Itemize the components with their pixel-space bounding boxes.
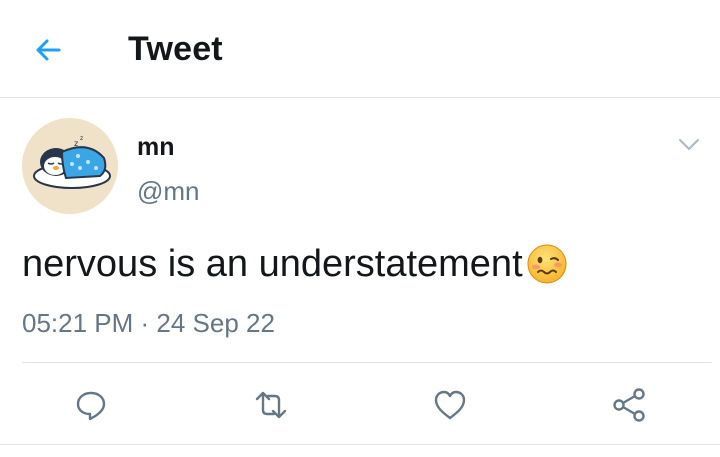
share-icon [613,388,645,422]
avatar[interactable]: z z [22,118,118,214]
tweet-detail-screen: Tweet z z mn @mn nervous is an understat… [0,0,720,457]
retweet-icon [255,391,287,419]
back-button[interactable] [26,28,70,72]
author-display-name[interactable]: mn [137,133,175,162]
chevron-down-icon [679,139,699,150]
more-options-button[interactable] [672,130,706,160]
woozy-face-emoji-icon [525,242,569,286]
share-button[interactable] [607,383,651,427]
reply-icon [76,391,106,421]
tweet-text-row: nervous is an understatement [22,242,569,286]
like-button[interactable] [428,383,472,427]
retweet-button[interactable] [249,383,293,427]
reply-button[interactable] [69,383,113,427]
sleeping-penguin-avatar-icon: z z [33,135,111,189]
svg-text:z: z [74,139,78,148]
heart-icon [434,390,466,420]
divider-bottom [0,444,720,445]
svg-text:z: z [80,135,83,142]
tweet-text: nervous is an understatement [22,242,523,285]
divider [22,362,712,363]
tweet-timestamp[interactable]: 05:21 PM · 24 Sep 22 [22,308,275,339]
top-app-bar: Tweet [0,0,720,98]
author-handle[interactable]: @mn [137,176,200,207]
page-title: Tweet [128,30,223,68]
arrow-left-icon [36,39,61,61]
